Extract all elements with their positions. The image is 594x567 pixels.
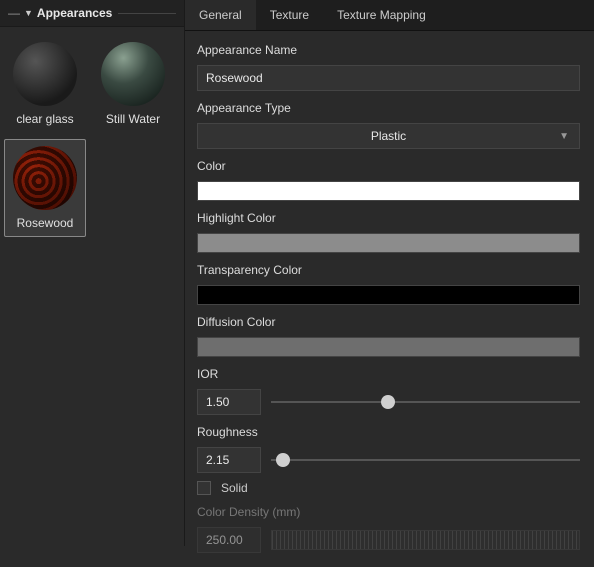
material-swatch-icon bbox=[13, 42, 77, 106]
appearance-label: clear glass bbox=[7, 112, 83, 126]
general-panel: Appearance Name Appearance Type Plastic … bbox=[185, 31, 594, 567]
appearance-type-label: Appearance Type bbox=[197, 101, 580, 115]
appearance-item-clear-glass[interactable]: clear glass bbox=[4, 35, 86, 133]
roughness-input[interactable] bbox=[197, 447, 261, 473]
color-well[interactable] bbox=[197, 181, 580, 201]
solid-label: Solid bbox=[221, 481, 248, 495]
appearance-label: Rosewood bbox=[7, 216, 83, 230]
material-swatch-icon bbox=[101, 42, 165, 106]
appearance-item-still-water[interactable]: Still Water bbox=[92, 35, 174, 133]
ior-label: IOR bbox=[197, 367, 580, 381]
appearance-name-input[interactable] bbox=[197, 65, 580, 91]
transparency-color-label: Transparency Color bbox=[197, 263, 580, 277]
slider-track bbox=[271, 459, 580, 461]
diffusion-color-well[interactable] bbox=[197, 337, 580, 357]
roughness-slider[interactable] bbox=[271, 451, 580, 469]
transparency-color-well[interactable] bbox=[197, 285, 580, 305]
appearance-name-label: Appearance Name bbox=[197, 43, 580, 57]
slider-knob[interactable] bbox=[381, 395, 395, 409]
header-divider bbox=[118, 13, 176, 14]
highlight-color-well[interactable] bbox=[197, 233, 580, 253]
color-density-input bbox=[197, 527, 261, 553]
material-swatch-icon bbox=[13, 146, 77, 210]
appearances-sidebar: — ▼ Appearances clear glass Still Water … bbox=[0, 0, 185, 546]
ior-slider[interactable] bbox=[271, 393, 580, 411]
color-label: Color bbox=[197, 159, 580, 173]
appearance-item-rosewood[interactable]: Rosewood bbox=[4, 139, 86, 237]
slider-track bbox=[271, 401, 580, 403]
tab-texture[interactable]: Texture bbox=[256, 0, 323, 30]
tab-texture-mapping[interactable]: Texture Mapping bbox=[323, 0, 440, 30]
appearance-list: clear glass Still Water Rosewood bbox=[0, 27, 184, 245]
collapse-icon: ▼ bbox=[24, 8, 33, 18]
properties-panel: General Texture Texture Mapping Appearan… bbox=[185, 0, 594, 546]
solid-checkbox[interactable] bbox=[197, 481, 211, 495]
tab-general[interactable]: General bbox=[185, 0, 256, 30]
tab-bar: General Texture Texture Mapping bbox=[185, 0, 594, 31]
appearance-label: Still Water bbox=[95, 112, 171, 126]
color-density-ruler bbox=[271, 530, 580, 550]
highlight-color-label: Highlight Color bbox=[197, 211, 580, 225]
color-density-label: Color Density (mm) bbox=[197, 505, 580, 519]
appearances-title: Appearances bbox=[37, 6, 112, 20]
dash-icon: — bbox=[8, 6, 20, 20]
slider-knob[interactable] bbox=[276, 453, 290, 467]
appearance-type-select[interactable]: Plastic ▼ bbox=[197, 123, 580, 149]
ior-input[interactable] bbox=[197, 389, 261, 415]
diffusion-color-label: Diffusion Color bbox=[197, 315, 580, 329]
roughness-label: Roughness bbox=[197, 425, 580, 439]
chevron-down-icon: ▼ bbox=[559, 131, 569, 142]
appearance-type-value: Plastic bbox=[371, 129, 406, 143]
appearances-header[interactable]: — ▼ Appearances bbox=[0, 0, 184, 27]
